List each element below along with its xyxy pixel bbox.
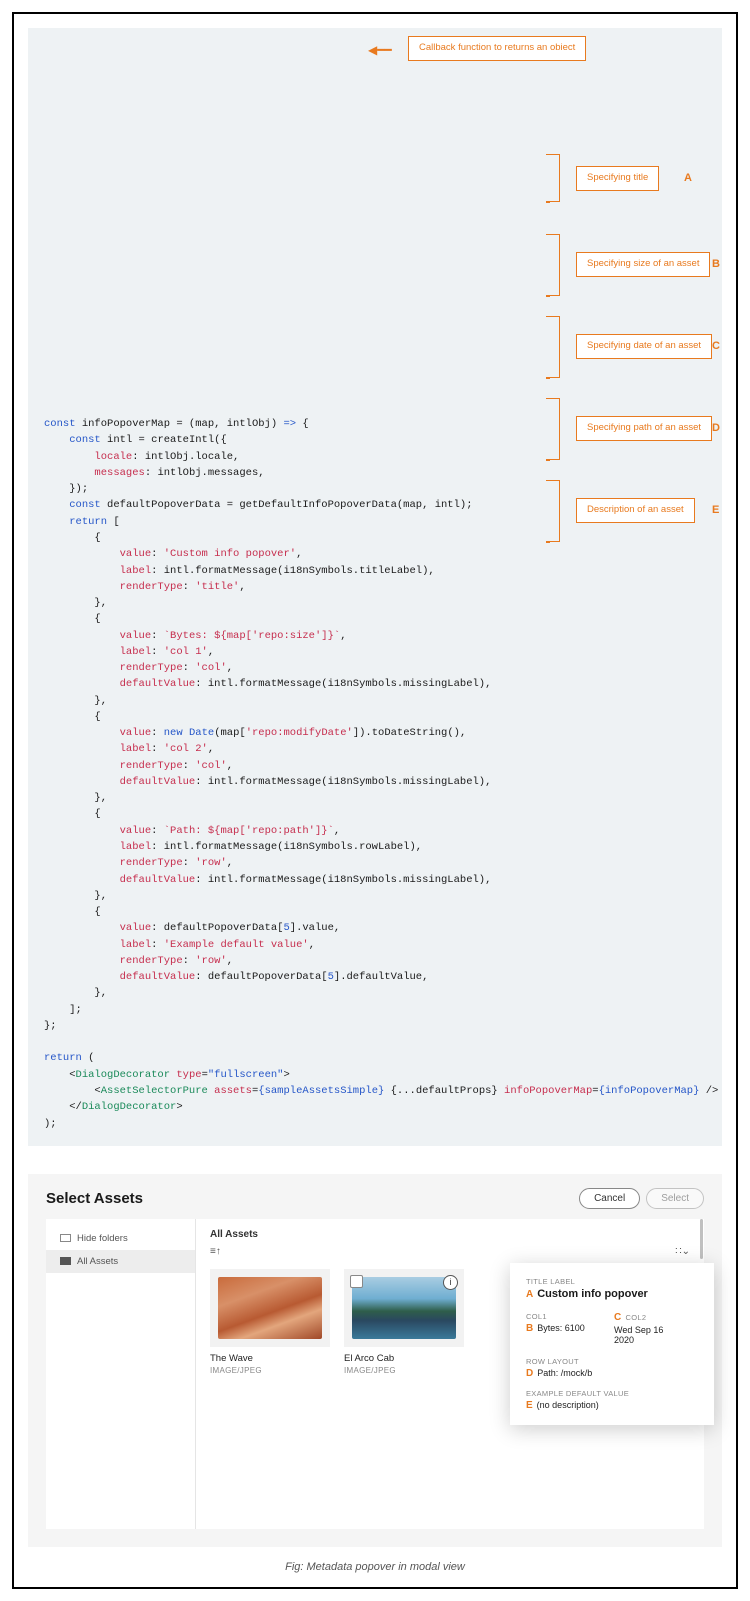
popover-col1-value: BBytes: 6100: [526, 1323, 610, 1334]
arrow-icon: ◀━━: [368, 42, 392, 61]
sort-icon[interactable]: ≡↑: [210, 1246, 221, 1257]
card-title: The Wave: [210, 1353, 330, 1364]
callout-a: Specifying title: [576, 166, 659, 191]
callout-b: Specifying size of an asset: [576, 252, 710, 277]
asset-image: [352, 1277, 456, 1339]
letter-e: E: [526, 1400, 533, 1411]
info-icon[interactable]: i: [443, 1275, 458, 1290]
select-button[interactable]: Select: [646, 1188, 704, 1209]
popover-title-value: ACustom info popover: [526, 1288, 698, 1300]
card-subtitle: IMAGE/JPEG: [210, 1366, 330, 1375]
sidebar-hide-folders[interactable]: Hide folders: [46, 1227, 195, 1250]
bracket-d: [550, 398, 560, 460]
thumbnail: [210, 1269, 330, 1347]
modal-body: Hide folders All Assets All Assets ≡↑ ∷⌄…: [46, 1219, 704, 1529]
letter-d: D: [712, 420, 720, 437]
popover-col1-label: COL1: [526, 1312, 610, 1321]
card-subtitle: IMAGE/JPEG: [344, 1366, 464, 1375]
letter-a: A: [526, 1289, 533, 1300]
folder-outline-icon: [60, 1234, 71, 1242]
grid-view-icon[interactable]: ∷⌄: [675, 1246, 690, 1257]
letter-d: D: [526, 1368, 533, 1379]
modal-preview: Select Assets Cancel Select Hide folders…: [28, 1174, 722, 1547]
main-panel: All Assets ≡↑ ∷⌄ The Wave IMAGE/JPEG i: [196, 1219, 704, 1529]
breadcrumb: All Assets: [210, 1229, 690, 1240]
popover-title-label: TITLE LABEL: [526, 1277, 698, 1286]
bracket-c: [550, 316, 560, 378]
popover-example-value: E(no description): [526, 1400, 698, 1411]
modal-header: Select Assets Cancel Select: [46, 1188, 704, 1209]
letter-c: C: [712, 338, 720, 355]
popover-row-value: DPath: /mock/b: [526, 1368, 698, 1379]
code-block: ◀━━ Callback function to returns an obie…: [28, 28, 722, 1146]
figure-caption: Fig: Metadata popover in modal view: [28, 1561, 722, 1573]
asset-image: [218, 1277, 322, 1339]
sidebar: Hide folders All Assets: [46, 1219, 196, 1529]
letter-c: C: [614, 1312, 622, 1323]
popover-col2-label: CCOL2: [614, 1312, 698, 1323]
info-popover: TITLE LABEL ACustom info popover COL1 BB…: [510, 1263, 714, 1425]
bracket-b: [550, 234, 560, 296]
asset-card[interactable]: The Wave IMAGE/JPEG: [210, 1269, 330, 1375]
letter-b: B: [526, 1323, 533, 1334]
bracket-a: [550, 154, 560, 202]
popover-col2-value: Wed Sep 162020: [614, 1325, 698, 1345]
bracket-e: [550, 480, 560, 542]
thumbnail: i: [344, 1269, 464, 1347]
toolbar: ≡↑ ∷⌄: [210, 1246, 690, 1257]
sidebar-all-assets[interactable]: All Assets: [46, 1250, 195, 1273]
callout-d: Specifying path of an asset: [576, 416, 712, 441]
popover-row-label: ROW LAYOUT: [526, 1357, 698, 1366]
callout-e: Description of an asset: [576, 498, 695, 523]
callout-top: Callback function to returns an obiect: [408, 36, 586, 61]
sidebar-item-label: Hide folders: [77, 1233, 128, 1244]
sidebar-item-label: All Assets: [77, 1256, 118, 1267]
card-title: El Arco Cab: [344, 1353, 464, 1364]
callout-c: Specifying date of an asset: [576, 334, 712, 359]
checkbox[interactable]: [350, 1275, 363, 1288]
popover-example-label: EXAMPLE DEFAULT VALUE: [526, 1389, 698, 1398]
letter-b: B: [712, 256, 720, 273]
cancel-button[interactable]: Cancel: [579, 1188, 640, 1209]
document-frame: ◀━━ Callback function to returns an obie…: [12, 12, 738, 1589]
folder-icon: [60, 1257, 71, 1265]
modal-title: Select Assets: [46, 1190, 143, 1207]
letter-e: E: [712, 502, 719, 519]
letter-a: A: [684, 170, 692, 187]
asset-card[interactable]: i El Arco Cab IMAGE/JPEG: [344, 1269, 464, 1375]
